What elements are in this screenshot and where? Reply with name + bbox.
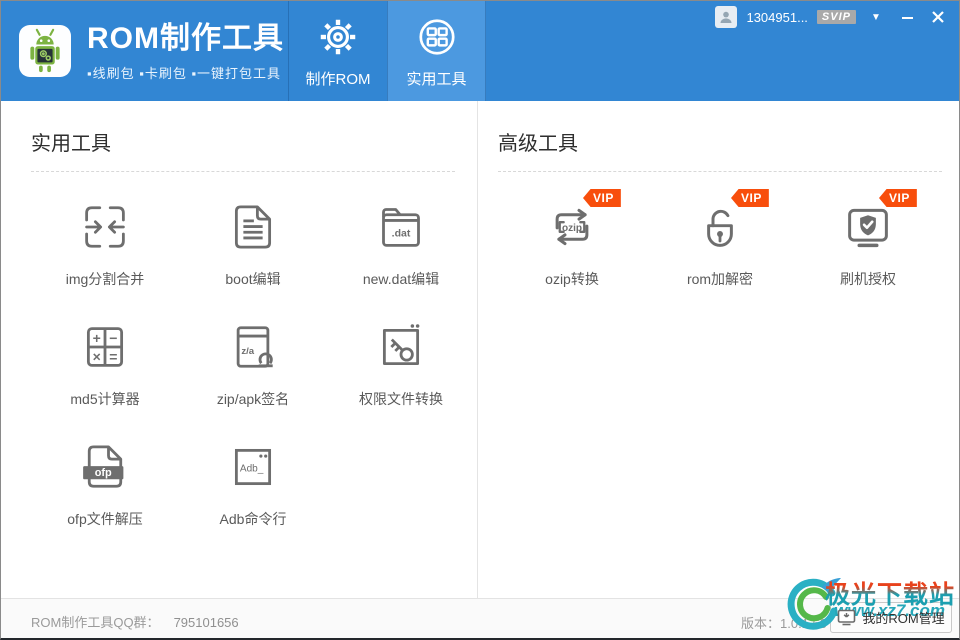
ofp-file-icon: ofp	[77, 439, 133, 495]
tool-label: md5计算器	[70, 389, 139, 409]
stamp-sign-icon: z/a	[225, 319, 281, 375]
titlebar-controls: 1304951... SVIP ▼	[715, 6, 949, 28]
tab-make-rom[interactable]: 制作ROM	[288, 1, 387, 101]
tool-label: boot编辑	[225, 269, 280, 289]
version-info: 版本：1.0.1.60	[741, 613, 827, 632]
tool-label: 权限文件转换	[359, 389, 443, 409]
app-header: ROM制作工具 ▪线刷包 ▪卡刷包 ▪一键打包工具	[1, 1, 959, 101]
close-button[interactable]	[927, 6, 949, 28]
tool-label: 刷机授权	[840, 269, 896, 289]
advanced-grid: ozip VIP ozip转换	[498, 172, 942, 292]
tool-label: zip/apk签名	[217, 389, 289, 409]
tool-label: ozip转换	[545, 269, 599, 289]
utilities-grid: img分割合并 boot编辑	[31, 172, 455, 532]
qq-group-number: 795101656	[174, 615, 239, 630]
app-title-block: ROM制作工具 ▪线刷包 ▪卡刷包 ▪一键打包工具	[87, 22, 284, 82]
tab-make-rom-label: 制作ROM	[306, 68, 371, 89]
tab-utilities-label: 实用工具	[406, 68, 466, 89]
main-nav-tabs: 制作ROM 实用工具	[288, 1, 486, 101]
tool-rom-encrypt-decrypt[interactable]: VIP rom加解密	[646, 172, 794, 292]
user-avatar[interactable]	[715, 6, 737, 28]
tool-flash-authorize[interactable]: VIP 刷机授权	[794, 172, 942, 292]
padlock-icon	[692, 199, 748, 255]
utilities-section: 实用工具 img分割合并	[1, 101, 478, 598]
calc-times: ×	[93, 348, 101, 364]
gear-icon	[315, 14, 361, 60]
version-number: 1.0.1.60	[780, 616, 827, 631]
my-rom-manage-button[interactable]	[830, 602, 952, 633]
status-bar: ROM制作工具QQ群：795101656 版本：1.0.1.60 极光下载站 w…	[1, 598, 959, 638]
calc-equals: =	[109, 348, 117, 364]
tool-permission-convert[interactable]: 权限文件转换	[327, 292, 475, 412]
calculator-icon: + − × =	[77, 319, 133, 375]
split-merge-icon	[77, 199, 133, 255]
advanced-section-title: 高级工具	[498, 127, 942, 156]
qq-group-info: ROM制作工具QQ群： 795101656	[31, 612, 239, 631]
utilities-section-title: 实用工具	[31, 127, 455, 156]
key-icon	[373, 319, 429, 375]
minimize-button[interactable]	[896, 6, 918, 28]
tool-boot-edit[interactable]: boot编辑	[179, 172, 327, 292]
tool-label: rom加解密	[687, 269, 753, 289]
vip-badge: VIP	[879, 189, 917, 207]
dropdown-arrow-icon[interactable]: ▼	[865, 6, 887, 28]
vip-badge: VIP	[583, 189, 621, 207]
adb-icon-text: Adb_	[240, 463, 264, 474]
qq-group-label: ROM制作工具QQ群：	[31, 615, 160, 630]
za-icon-text: z/a	[241, 346, 254, 357]
tool-ozip-convert[interactable]: ozip VIP ozip转换	[498, 172, 646, 292]
dat-icon-text: .dat	[392, 228, 411, 240]
ozip-icon-text: ozip	[562, 223, 582, 234]
tab-utilities[interactable]: 实用工具	[387, 1, 486, 101]
app-title: ROM制作工具	[87, 22, 284, 56]
tool-newdat-edit[interactable]: .dat new.dat编辑	[327, 172, 475, 292]
main-content: 实用工具 img分割合并	[1, 101, 959, 598]
dat-folder-icon: .dat	[373, 199, 429, 255]
svip-badge: SVIP	[817, 10, 856, 24]
account-name[interactable]: 1304951...	[746, 10, 807, 25]
grid-icon	[414, 14, 460, 60]
calc-plus: +	[93, 330, 101, 346]
close-icon	[932, 11, 944, 23]
tool-label: Adb命令行	[220, 509, 287, 529]
tool-adb-cmdline[interactable]: Adb_ Adb命令行	[179, 412, 327, 532]
terminal-icon: Adb_	[225, 439, 281, 495]
tool-label: img分割合并	[66, 269, 145, 289]
tool-zip-apk-sign[interactable]: z/a zip/apk签名	[179, 292, 327, 412]
app-logo-android-icon	[19, 25, 71, 77]
vip-badge: VIP	[731, 189, 769, 207]
advanced-section: 高级工具 ozip	[478, 101, 960, 598]
document-icon	[225, 199, 281, 255]
tool-label: ofp文件解压	[67, 509, 142, 529]
app-subtitle: ▪线刷包 ▪卡刷包 ▪一键打包工具	[87, 63, 284, 82]
tool-label: new.dat编辑	[363, 269, 439, 289]
person-icon	[719, 10, 733, 24]
ozip-cycle-icon: ozip	[544, 199, 600, 255]
version-label: 版本：	[741, 616, 780, 631]
ofp-icon-text: ofp	[95, 467, 112, 479]
tool-md5-calculator[interactable]: + − × = md5计算器	[31, 292, 179, 412]
tool-ofp-unzip[interactable]: ofp ofp文件解压	[31, 412, 179, 532]
calc-minus: −	[109, 330, 117, 346]
minimize-icon	[901, 11, 914, 24]
app-window: ROM制作工具 ▪线刷包 ▪卡刷包 ▪一键打包工具	[0, 0, 960, 640]
tool-img-split-merge[interactable]: img分割合并	[31, 172, 179, 292]
shield-monitor-icon	[840, 199, 896, 255]
